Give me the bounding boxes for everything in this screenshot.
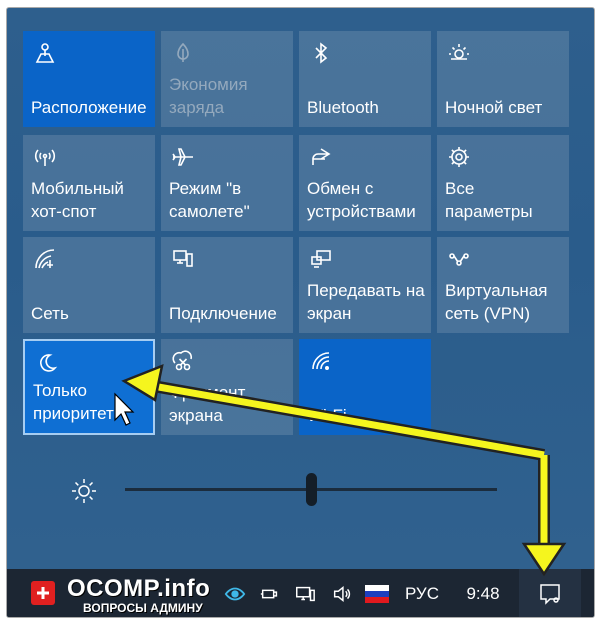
speaker-icon[interactable] (329, 569, 355, 617)
tile-mobile-hotspot[interactable]: Мобильный хот-спот (23, 135, 155, 231)
snip-icon (170, 348, 196, 374)
tile-bluetooth[interactable]: Bluetooth (299, 31, 431, 127)
language-indicator[interactable]: РУС (399, 569, 445, 617)
ocomp-logo-icon (31, 581, 55, 605)
tile-label: Экономия заряда (169, 75, 248, 117)
wifi-icon (308, 348, 334, 374)
vpn-icon (446, 246, 472, 272)
moon-icon (34, 350, 60, 376)
tile-label: Wi-Fi (307, 406, 347, 425)
notification-icon[interactable] (535, 569, 565, 617)
brightness-control (7, 463, 594, 523)
tile-night-light[interactable]: Ночной свет (437, 31, 569, 127)
tile-all-settings[interactable]: Все параметры (437, 135, 569, 231)
battery-saver-icon (170, 40, 196, 66)
tile-connect[interactable]: Подключение (161, 237, 293, 333)
taskbar: OCOMP.info ВОПРОСЫ АДМИНУ РУС 9:48 (7, 569, 594, 617)
tile-label: Сеть (31, 304, 69, 323)
tile-label: Все параметры (445, 179, 533, 221)
tile-vpn[interactable]: Виртуальная сеть (VPN) (437, 237, 569, 333)
airplane-icon (170, 144, 196, 170)
tile-nearby-sharing[interactable]: Обмен с устройствами (299, 135, 431, 231)
tile-label: Мобильный хот-спот (31, 179, 124, 221)
notification-button[interactable] (519, 569, 581, 617)
network-monitor-icon[interactable] (291, 569, 319, 617)
share-icon (308, 144, 334, 170)
hotspot-icon (32, 144, 58, 170)
connect-icon (170, 246, 196, 272)
tile-focus-assist[interactable]: Только приоритет (23, 339, 155, 435)
eye-icon[interactable] (222, 569, 248, 617)
tile-label: Режим "в самолете" (169, 179, 250, 221)
clock[interactable]: 9:48 (455, 569, 511, 617)
tile-battery-saver[interactable]: Экономия заряда (161, 31, 293, 127)
tile-wifi[interactable]: Wi-Fi (299, 339, 431, 435)
tile-label: Ночной свет (445, 98, 543, 117)
tile-label: Только приоритет (33, 381, 114, 423)
watermark-logo-subtext: ВОПРОСЫ АДМИНУ (83, 601, 203, 615)
action-center-panel: Расположение Экономия заряда Bluetooth Н… (6, 7, 595, 618)
tile-label: Обмен с устройствами (307, 179, 416, 221)
tile-label: Передавать на экран (307, 281, 425, 323)
tile-label: Подключение (169, 304, 277, 323)
tile-label: Bluetooth (307, 98, 379, 117)
power-plug-icon[interactable] (257, 569, 283, 617)
tile-screen-snip[interactable]: Фрагмент экрана (161, 339, 293, 435)
russia-flag-icon[interactable] (363, 569, 391, 617)
night-light-icon (446, 40, 472, 66)
brightness-slider-thumb[interactable] (306, 473, 317, 506)
tile-label: Расположение (31, 98, 147, 117)
tile-label: Фрагмент экрана (169, 383, 246, 425)
network-icon (32, 246, 58, 272)
tile-network[interactable]: Сеть (23, 237, 155, 333)
gear-icon (446, 144, 472, 170)
tile-location[interactable]: Расположение (23, 31, 155, 127)
location-icon (32, 40, 58, 66)
brightness-icon (69, 476, 99, 506)
bluetooth-icon (308, 40, 334, 66)
tile-project[interactable]: Передавать на экран (299, 237, 431, 333)
tile-airplane-mode[interactable]: Режим "в самолете" (161, 135, 293, 231)
tile-label: Виртуальная сеть (VPN) (445, 281, 548, 323)
project-icon (308, 246, 334, 272)
watermark-logo-text: OCOMP.info (67, 575, 211, 602)
